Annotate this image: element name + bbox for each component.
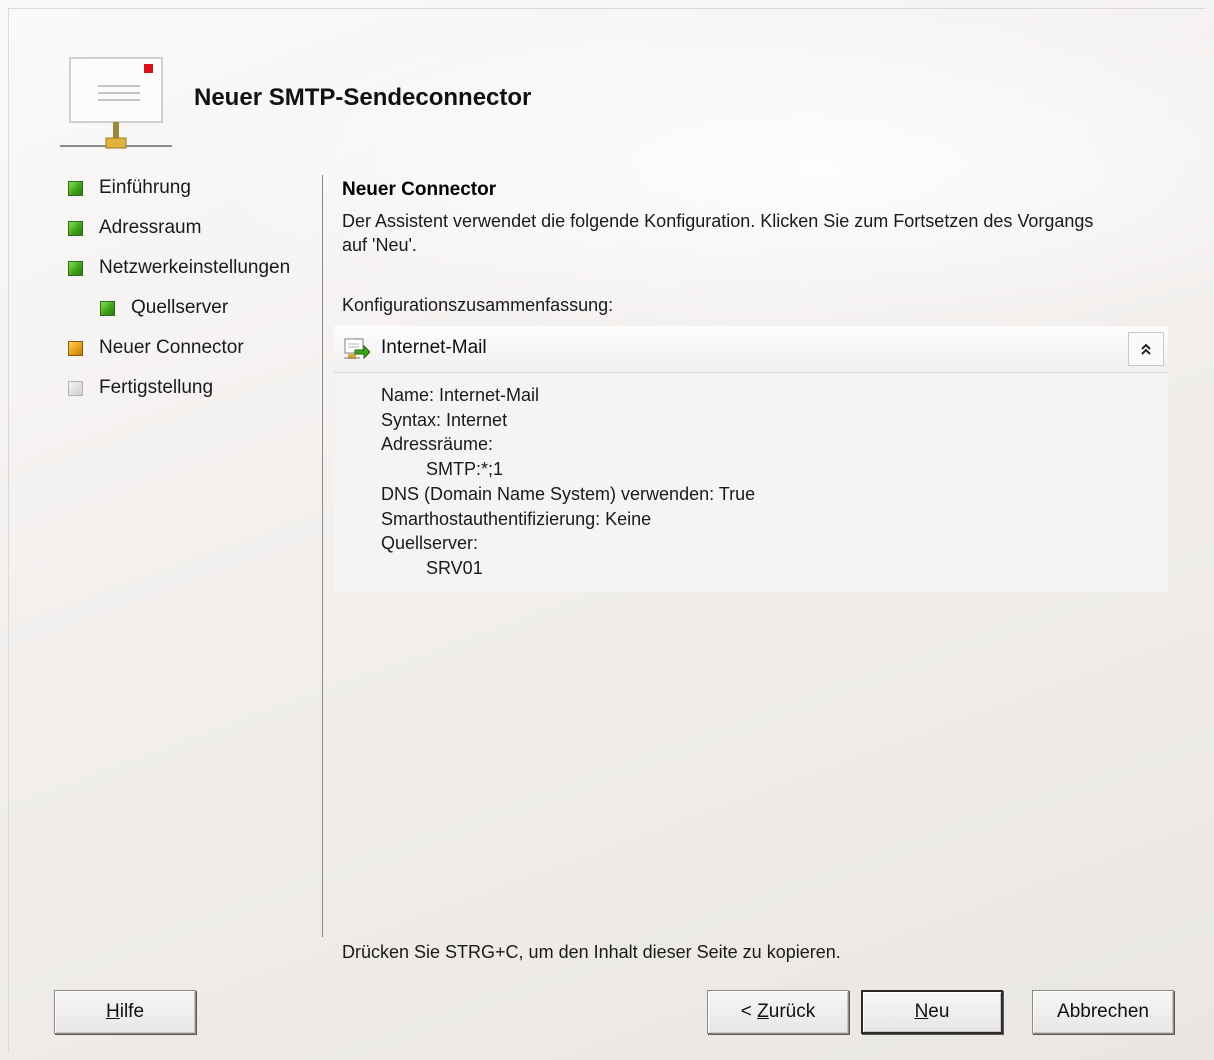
- section-title: Neuer Connector: [342, 179, 497, 200]
- new-button[interactable]: Neu: [861, 990, 1003, 1034]
- wizard-window: Neuer SMTP-Sendeconnector Einführung Adr…: [0, 0, 1214, 1060]
- chevron-double-up-icon: [1141, 343, 1151, 355]
- back-label: urück: [768, 1001, 816, 1022]
- step-fertigstellung: Fertigstellung: [68, 377, 213, 399]
- summary-line: Smarthostauthentifizierung: Keine: [381, 508, 652, 529]
- help-accelerator: H: [105, 1001, 120, 1022]
- collapse-button[interactable]: [1128, 332, 1164, 366]
- step-netzwerkeinstellungen: Netzwerkeinstellungen: [68, 257, 290, 279]
- step-label: Adressraum: [99, 217, 202, 238]
- step-completed-icon: [68, 180, 83, 196]
- summary-line: SRV01: [426, 557, 483, 578]
- wizard-title: Neuer SMTP-Sendeconnector: [194, 84, 532, 111]
- summary-line: Syntax: Internet: [381, 409, 508, 430]
- summary-line: Adressräume:: [381, 434, 494, 455]
- summary-details: Name: Internet-Mail Syntax: Internet Adr…: [381, 383, 755, 581]
- step-pending-icon: [68, 380, 83, 396]
- step-adressraum: Adressraum: [68, 217, 201, 239]
- help-label: ilfe: [119, 1001, 145, 1022]
- summary-line: SMTP:*;1: [426, 459, 504, 480]
- summary-line: DNS (Domain Name System) verwenden: True: [381, 483, 756, 504]
- vertical-divider: [322, 175, 323, 937]
- step-label: Fertigstellung: [99, 377, 214, 398]
- new-accelerator: N: [914, 1001, 929, 1022]
- cancel-button[interactable]: Abbrechen: [1032, 990, 1174, 1034]
- window-border-top: [8, 8, 1206, 9]
- step-label: Quellserver: [131, 297, 229, 318]
- summary-header: Internet-Mail: [334, 326, 1168, 373]
- back-prefix: <: [740, 1001, 758, 1022]
- description-text: Der Assistent verwendet die folgende Kon…: [342, 211, 1094, 255]
- summary-line: Quellserver:: [381, 533, 479, 554]
- configuration-summary-panel: Internet-Mail Name: Internet-Mail Syntax…: [334, 326, 1168, 592]
- new-label: eu: [928, 1001, 950, 1022]
- summary-label: Konfigurationszusammenfassung:: [342, 295, 614, 315]
- step-label: Neuer Connector: [99, 337, 244, 358]
- step-current-icon: [68, 340, 83, 356]
- step-completed-icon: [68, 220, 83, 236]
- step-quellserver: Quellserver: [100, 297, 228, 319]
- help-button[interactable]: Hilfe: [54, 990, 196, 1034]
- back-accelerator: Z: [757, 1001, 769, 1022]
- step-einfuehrung: Einführung: [68, 177, 191, 199]
- step-completed-icon: [100, 300, 115, 316]
- summary-line: Name: Internet-Mail: [381, 385, 540, 405]
- step-label: Einführung: [99, 177, 191, 198]
- step-neuer-connector: Neuer Connector: [68, 337, 244, 359]
- copy-hint: Drücken Sie STRG+C, um den Inhalt dieser…: [342, 942, 841, 962]
- window-border-left: [8, 8, 9, 1052]
- connector-send-icon: [344, 338, 370, 360]
- summary-title: Internet-Mail: [381, 337, 487, 358]
- step-label: Netzwerkeinstellungen: [99, 257, 291, 278]
- back-button[interactable]: < Zurück: [707, 990, 849, 1034]
- step-completed-icon: [68, 260, 83, 276]
- send-connector-icon: [60, 57, 172, 149]
